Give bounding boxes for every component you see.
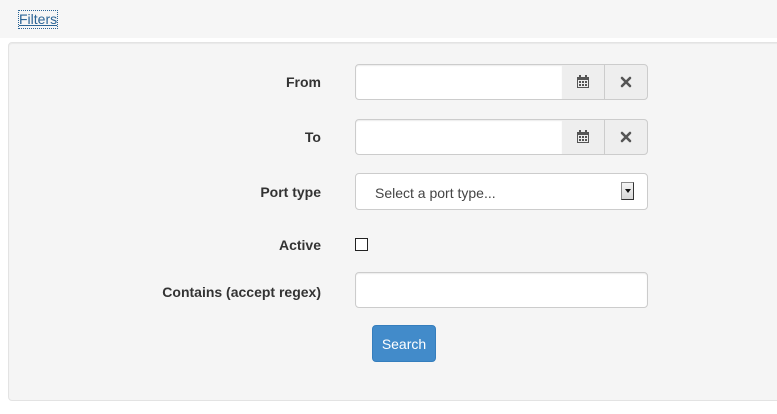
contains-label: Contains (accept regex) — [162, 284, 321, 300]
active-checkbox[interactable] — [355, 238, 368, 251]
port-type-placeholder: Select a port type... — [375, 185, 496, 201]
search-button[interactable]: Search — [372, 325, 436, 362]
page: Filters From To Port type Select a port … — [0, 0, 777, 414]
chevron-down-icon[interactable] — [621, 182, 634, 200]
filters-header: Filters — [0, 0, 777, 38]
contains-regex-input[interactable] — [355, 272, 648, 308]
port-type-select[interactable]: Select a port type... — [355, 173, 648, 210]
filters-toggle-label: Filters — [19, 11, 58, 27]
close-icon — [620, 131, 632, 143]
calendar-icon — [577, 75, 589, 88]
to-clear-button[interactable] — [604, 119, 648, 155]
port-type-label: Port type — [260, 184, 321, 200]
from-clear-button[interactable] — [604, 64, 648, 100]
to-calendar-button[interactable] — [562, 119, 605, 155]
calendar-icon — [577, 130, 589, 143]
from-calendar-button[interactable] — [562, 64, 605, 100]
filters-toggle-link[interactable]: Filters — [18, 10, 59, 29]
to-date-input[interactable] — [355, 119, 563, 155]
from-date-input[interactable] — [355, 64, 563, 100]
to-label: To — [304, 129, 321, 145]
active-label: Active — [278, 237, 321, 253]
from-label: From — [286, 74, 321, 90]
close-icon — [620, 76, 632, 88]
